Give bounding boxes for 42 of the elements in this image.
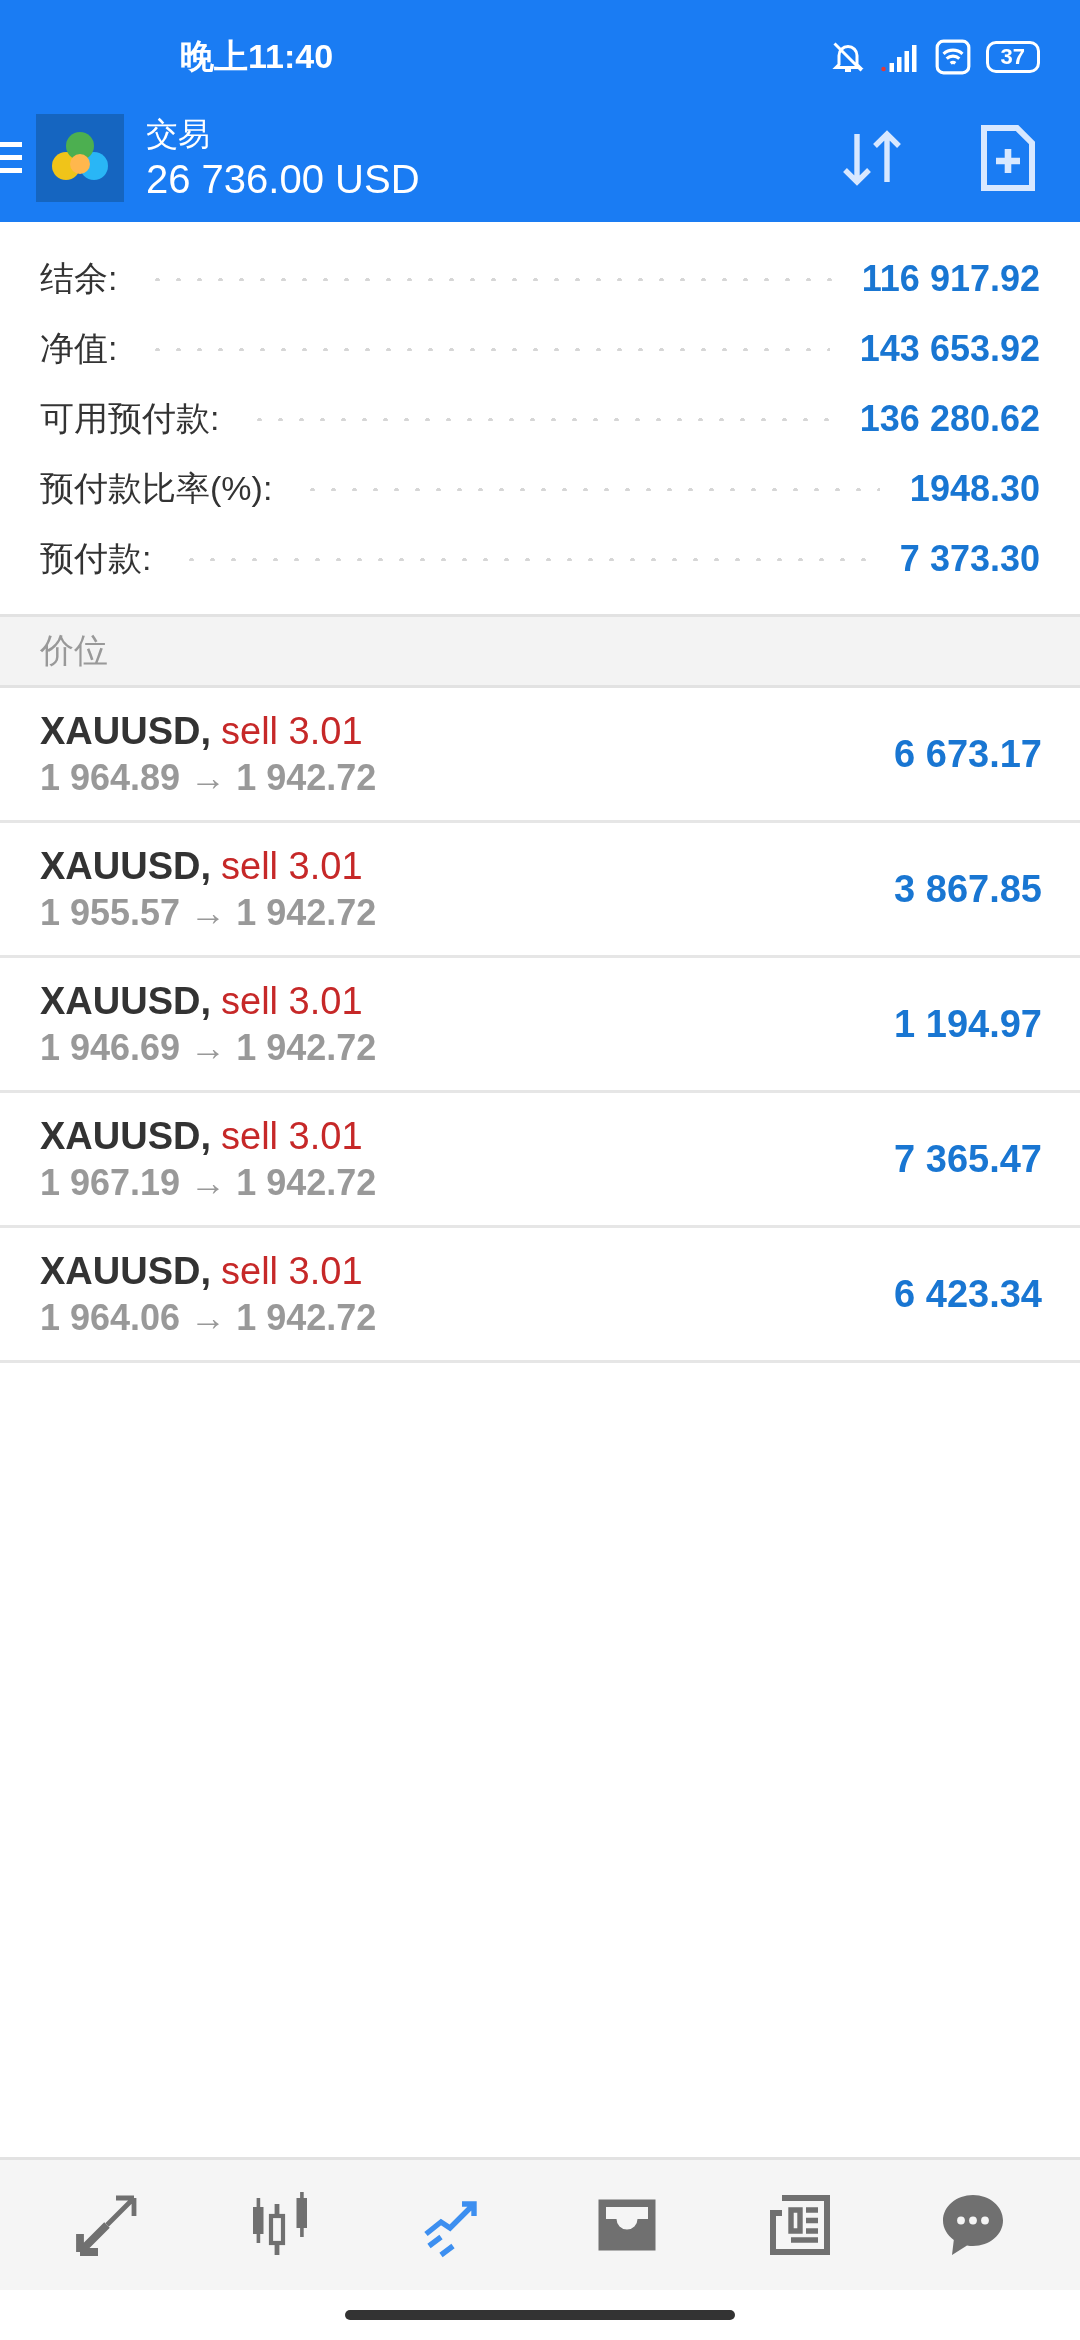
- position-symbol: XAUUSD,: [40, 979, 212, 1023]
- position-prices: 1 964.06 → 1 942.72: [40, 1296, 378, 1339]
- position-profit: 1 194.97: [894, 1002, 1042, 1046]
- position-symbol: XAUUSD,: [40, 844, 212, 888]
- position-prices: 1 967.19 → 1 942.72: [40, 1161, 378, 1204]
- summary-label: 结余:: [40, 258, 118, 299]
- account-balance: 26 736.00 USD: [146, 157, 421, 202]
- position-side: sell 3.01: [221, 979, 363, 1023]
- summary-value: 143 653.92: [859, 328, 1040, 370]
- position-symbol: XAUUSD,: [40, 709, 212, 753]
- position-prices: 1 946.69 → 1 942.72: [40, 1026, 378, 1069]
- position-side: sell 3.01: [221, 844, 363, 888]
- screen-title: 交易: [146, 115, 211, 154]
- position-row[interactable]: XAUUSD, sell 3.01 1 964.89 → 1 942.72 6 673.17: [0, 688, 1080, 823]
- position-profit: 3 867.85: [894, 867, 1042, 911]
- position-symbol: XAUUSD,: [40, 1249, 212, 1293]
- summary-value: 136 280.62: [859, 398, 1040, 440]
- position-profit: 6 423.34: [894, 1272, 1042, 1316]
- summary-label: 可用预付款:: [40, 398, 220, 439]
- position-row[interactable]: XAUUSD, sell 3.01 1 946.69 → 1 942.72 1 194.97: [0, 958, 1080, 1093]
- summary-value: 116 917.92: [861, 258, 1040, 300]
- position-side: sell 3.01: [221, 709, 363, 753]
- wifi-icon: [933, 37, 972, 76]
- section-title: 价位: [40, 630, 108, 671]
- position-side: sell 3.01: [221, 1249, 363, 1293]
- summary-label: 预付款比率(%):: [40, 468, 273, 509]
- position-row[interactable]: XAUUSD, sell 3.01 1 964.06 → 1 942.72 6 423.34: [0, 1228, 1080, 1363]
- summary-label: 预付款:: [40, 538, 152, 579]
- position-prices: 1 955.57 → 1 942.72: [40, 891, 378, 934]
- position-row[interactable]: XAUUSD, sell 3.01 1 955.57 → 1 942.72 3 867.85: [0, 823, 1080, 958]
- status-time: 晚上11:40: [180, 35, 334, 77]
- battery-level: 37: [985, 40, 1040, 73]
- summary-value: 1948.30: [909, 468, 1040, 510]
- position-profit: 7 365.47: [894, 1137, 1042, 1181]
- position-symbol: XAUUSD,: [40, 1114, 212, 1158]
- position-profit: 6 673.17: [894, 732, 1042, 776]
- position-side: sell 3.01: [221, 1114, 363, 1158]
- position-prices: 1 964.89 → 1 942.72: [40, 756, 378, 799]
- position-row[interactable]: XAUUSD, sell 3.01 1 967.19 → 1 942.72 7 365.47: [0, 1093, 1080, 1228]
- app-logo-icon: [36, 113, 124, 202]
- summary-value: 7 373.30: [899, 538, 1040, 580]
- summary-label: 净值:: [40, 328, 118, 369]
